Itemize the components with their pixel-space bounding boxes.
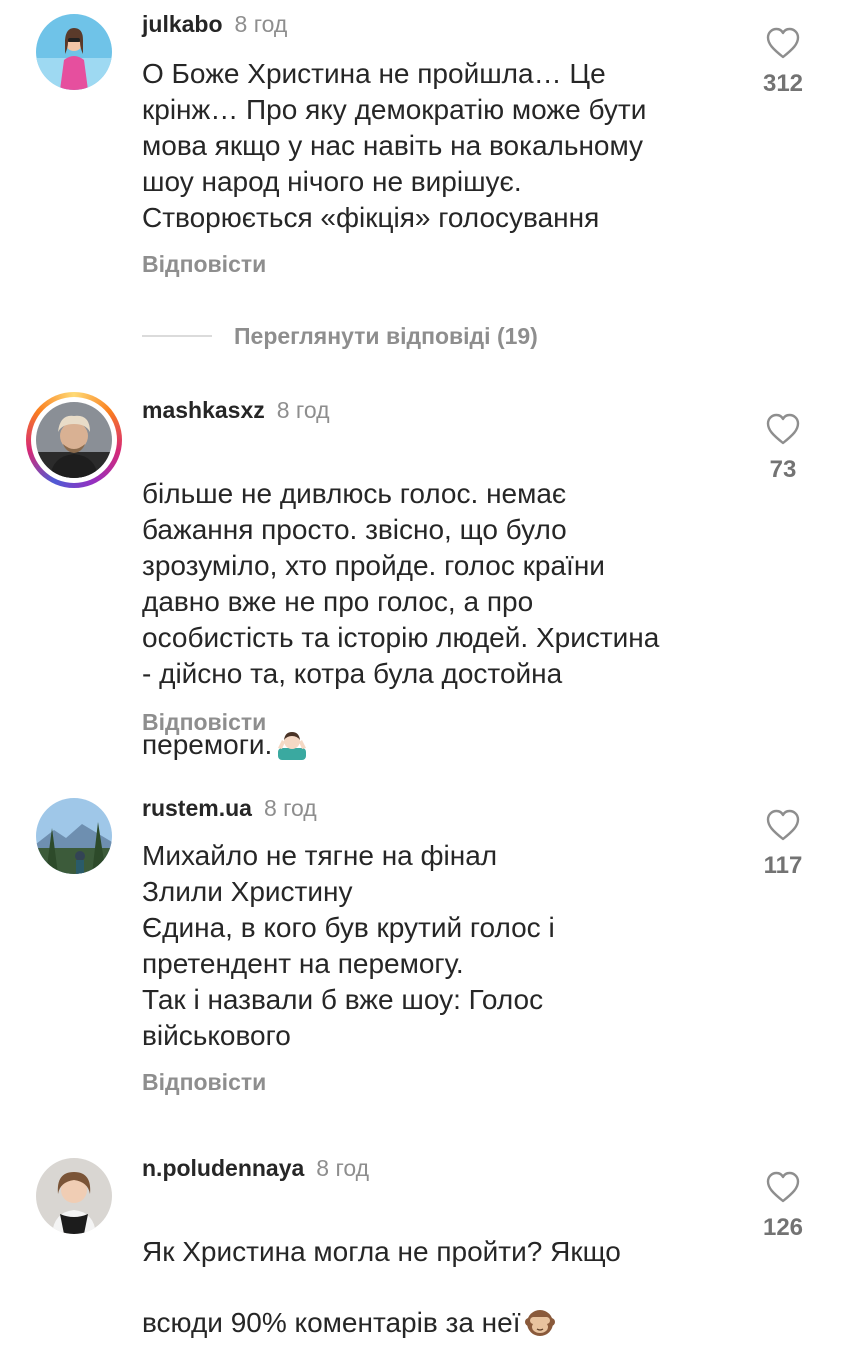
see-no-evil-monkey-emoji-icon — [524, 1270, 556, 1347]
heart-icon[interactable] — [765, 1170, 801, 1204]
avatar — [36, 402, 112, 478]
comment-timestamp: 8 год — [263, 795, 317, 821]
comment-text: О Боже Христина не пройшла… Це крінж… Пр… — [142, 58, 647, 233]
avatar-woman-pink-dress-icon — [36, 14, 112, 90]
comment-timestamp: 8 год — [316, 1155, 370, 1181]
view-replies-button[interactable]: Переглянути відповіді (19) — [142, 318, 538, 354]
heart-icon[interactable] — [765, 808, 801, 842]
view-replies-label: Переглянути відповіді (19) — [234, 322, 538, 349]
comment-username[interactable]: mashkasxz — [142, 397, 265, 423]
like-count: 312 — [762, 70, 804, 97]
avatar[interactable] — [36, 798, 112, 874]
comment-username[interactable]: n.poludennaya — [142, 1155, 304, 1181]
comment-username[interactable]: rustem.ua — [142, 795, 252, 821]
avatar-with-story-ring-icon — [36, 402, 112, 478]
comment-text: Як Христина могла не пройти? Якщо всюди … — [142, 1198, 742, 1347]
avatar-mountain-landscape-icon — [36, 798, 112, 874]
comment-timestamp: 8 год — [276, 397, 330, 423]
person-shrugging-emoji-icon — [276, 692, 308, 769]
story-ring[interactable] — [26, 392, 122, 488]
avatar-woman-portrait-icon — [36, 1158, 112, 1234]
like-control: 312 — [752, 26, 814, 98]
like-control: 117 — [752, 808, 814, 880]
reply-button[interactable]: Відповісти — [142, 1068, 266, 1096]
avatar[interactable] — [36, 1158, 112, 1234]
comment-text: Михайло не тягне на фінал Злили Христину… — [142, 840, 555, 1051]
reply-button[interactable]: Відповісти — [142, 250, 266, 278]
heart-icon[interactable] — [765, 26, 801, 60]
comment-username[interactable]: julkabo — [142, 11, 223, 37]
like-count: 117 — [763, 852, 803, 879]
heart-icon[interactable] — [765, 412, 801, 446]
comment-timestamp: 8 год — [234, 11, 288, 37]
like-count: 73 — [769, 456, 797, 483]
avatar[interactable] — [36, 14, 112, 90]
divider-line — [142, 335, 212, 337]
like-count: 126 — [762, 1214, 804, 1241]
like-control: 126 — [752, 1170, 814, 1242]
reply-button[interactable]: Відповісти — [142, 708, 266, 736]
like-control: 73 — [752, 412, 814, 484]
